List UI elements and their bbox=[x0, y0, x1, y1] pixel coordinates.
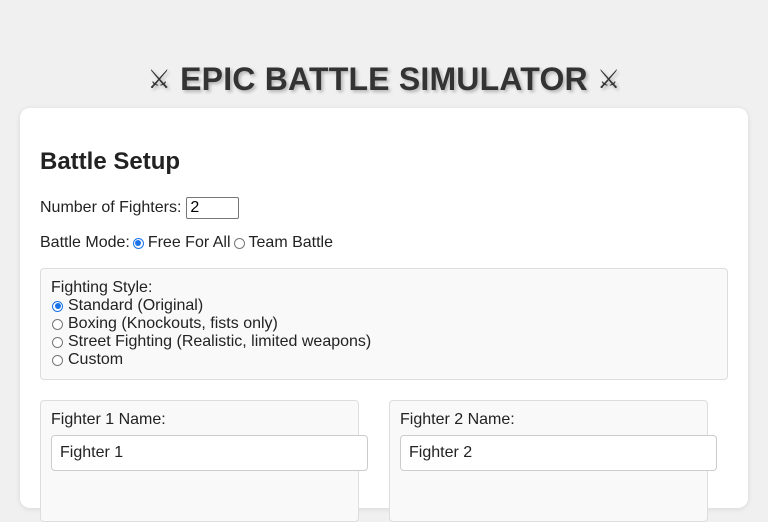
fighter-count-input[interactable] bbox=[186, 197, 240, 219]
section-title: Battle Setup bbox=[40, 148, 181, 175]
fighter-1-name-input[interactable] bbox=[51, 435, 368, 471]
custom-style-radio[interactable] bbox=[52, 354, 63, 366]
fighter-1-panel: Fighter 1 Name: bbox=[40, 400, 368, 522]
fighting-style-option-label: Standard (Original) bbox=[68, 297, 204, 314]
boxing-style-radio[interactable] bbox=[52, 318, 63, 330]
battle-mode-free-for-all[interactable]: Free For All bbox=[130, 233, 231, 253]
page-title-text: EPIC BATTLE SIMULATOR bbox=[180, 61, 588, 98]
team-battle-radio[interactable] bbox=[233, 237, 245, 249]
fighting-style-street[interactable]: Street Fighting (Realistic, limited weap… bbox=[49, 333, 371, 351]
battle-mode-option-label: Free For All bbox=[147, 234, 231, 251]
free-for-all-radio[interactable] bbox=[132, 237, 144, 249]
fighter-2-name-input[interactable] bbox=[400, 435, 717, 471]
fighting-style-panel: Fighting Style: Standard (Original) Boxi… bbox=[40, 268, 728, 380]
crossed-swords-icon: ⚔ bbox=[147, 65, 172, 96]
fighting-style-boxing[interactable]: Boxing (Knockouts, fists only) bbox=[49, 315, 278, 333]
battle-mode-row: Battle Mode: Free For All Team Battle bbox=[40, 233, 333, 253]
page-title: ⚔ EPIC BATTLE SIMULATOR ⚔ bbox=[0, 59, 768, 100]
battle-mode-team-battle[interactable]: Team Battle bbox=[231, 233, 333, 253]
fighter-count-label: Number of Fighters: bbox=[40, 199, 182, 216]
standard-style-radio[interactable] bbox=[52, 300, 63, 312]
crossed-swords-icon: ⚔ bbox=[596, 65, 621, 96]
battle-setup-card: Battle Setup Number of Fighters: Battle … bbox=[20, 108, 748, 522]
fighting-style-option-label: Custom bbox=[68, 351, 124, 368]
fighting-style-standard[interactable]: Standard (Original) bbox=[49, 297, 203, 315]
fighting-style-custom[interactable]: Custom bbox=[49, 351, 123, 369]
fighter-1-name-label: Fighter 1 Name: bbox=[51, 411, 166, 428]
fighting-style-option-label: Boxing (Knockouts, fists only) bbox=[68, 315, 278, 332]
fighter-count-row: Number of Fighters: bbox=[40, 197, 240, 219]
street-style-radio[interactable] bbox=[52, 336, 63, 348]
fighting-style-label: Fighting Style: bbox=[51, 279, 153, 296]
battle-mode-label: Battle Mode: bbox=[40, 234, 130, 251]
fighter-2-name-label: Fighter 2 Name: bbox=[400, 411, 515, 428]
battle-mode-option-label: Team Battle bbox=[248, 234, 333, 251]
fighting-style-option-label: Street Fighting (Realistic, limited weap… bbox=[68, 333, 372, 350]
fighter-2-panel: Fighter 2 Name: bbox=[389, 400, 717, 522]
